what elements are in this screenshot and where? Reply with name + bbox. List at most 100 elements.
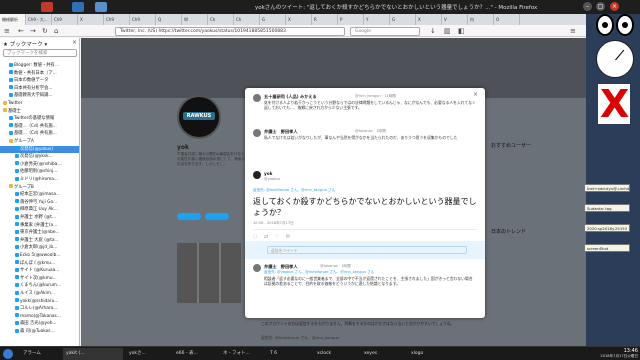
close-window-icon[interactable]: × bbox=[610, 2, 619, 11]
browser-tab[interactable]: R bbox=[312, 14, 338, 25]
url-bar[interactable]: Twitter, Inc. (US) https://twitter.com/y… bbox=[115, 26, 345, 36]
taskbar-item[interactable]: ネ - フォト... bbox=[220, 348, 264, 360]
forward-icon[interactable]: → bbox=[30, 27, 36, 35]
browser-tab[interactable]: 機械解析 bbox=[0, 14, 26, 25]
home-icon[interactable]: ⌂ bbox=[54, 27, 58, 35]
browser-tab[interactable]: Ch bbox=[234, 14, 260, 25]
taskbar-item[interactable]: yokさ... bbox=[126, 348, 170, 360]
bookmark-item[interactable]: 森 司(@Tuokos... bbox=[0, 328, 79, 335]
bookmark-item[interactable]: Twitter bbox=[0, 100, 79, 107]
minimize-window-icon[interactable]: – bbox=[583, 2, 592, 11]
taskbar-item[interactable]: yakit (... bbox=[63, 348, 123, 360]
bookmark-item[interactable]: yokk(@sshidaru... bbox=[0, 298, 79, 305]
browser-tab[interactable]: 内 bbox=[468, 14, 494, 25]
files-icon[interactable] bbox=[72, 2, 84, 12]
browser-tab[interactable]: Ch9 - 大... bbox=[26, 14, 52, 25]
tweet-avatar[interactable] bbox=[253, 129, 261, 137]
reload-icon[interactable]: ↻ bbox=[42, 27, 48, 35]
main-tweet-handle[interactable]: @yaokus bbox=[264, 177, 280, 181]
bookmark-item[interactable]: コルレ(@Arhara... bbox=[0, 305, 79, 312]
menu-icon[interactable]: ≡ bbox=[4, 27, 10, 35]
taskbar-item[interactable]: e66 - 表... bbox=[173, 348, 217, 360]
main-tweet-avatar[interactable] bbox=[253, 171, 261, 179]
bookmark-item[interactable]: 基礎教育大学知識... bbox=[0, 92, 79, 99]
bookmark-item[interactable]: 弁護士 水野 (@t... bbox=[0, 214, 79, 221]
bookmark-item[interactable]: 次発信(@yksk... bbox=[0, 153, 79, 160]
bookmark-item[interactable]: 弁護士 大庭 (@ta... bbox=[0, 237, 79, 244]
bookmark-item[interactable]: 小倉秀夫(@nshiba... bbox=[0, 161, 79, 168]
reply-avatar[interactable] bbox=[253, 264, 261, 272]
browser-tab[interactable]: Ch9 bbox=[130, 14, 156, 25]
browser-tab[interactable]: X bbox=[416, 14, 442, 25]
bookmark-item[interactable]: 紀本正宏(@imasa... bbox=[0, 191, 79, 198]
app-launcher-red-icon[interactable] bbox=[41, 2, 53, 12]
bookmark-item[interactable]: 日本共有分析学会... bbox=[0, 85, 79, 92]
bookmark-item[interactable]: ルイス (@Akim... bbox=[0, 290, 79, 297]
bookmark-item[interactable]: くまちん(@kurum... bbox=[0, 282, 79, 289]
desktop-note-window[interactable]: screenShot bbox=[584, 244, 630, 252]
bookmark-item[interactable]: 柳原典江 Uuy Ak... bbox=[0, 206, 79, 213]
bookmark-item[interactable]: 事業家 (弁護士(a... bbox=[0, 222, 79, 229]
browser-tab[interactable]: V bbox=[442, 14, 468, 25]
modal-close-icon[interactable]: × bbox=[473, 91, 478, 98]
back-icon[interactable]: ← bbox=[18, 27, 24, 35]
tweet-actions[interactable]: ◌ ⇄ ♡ ✉ bbox=[253, 233, 290, 240]
maximize-window-icon[interactable]: □ bbox=[596, 2, 605, 11]
tweet-author-handle[interactable]: @rinn_kengun · 11時間 bbox=[355, 94, 396, 99]
desktop-note-window[interactable]: Sudanta: tag bbox=[584, 204, 630, 212]
bookmark-item[interactable]: 小倉太郎(@jd_ib... bbox=[0, 244, 79, 251]
tweet-avatar[interactable] bbox=[253, 94, 261, 102]
bookmark-item[interactable]: グループA bbox=[0, 138, 79, 145]
browser-tab[interactable]: Ch9 bbox=[104, 14, 130, 25]
bookmark-item[interactable]: 基礎士 bbox=[0, 108, 79, 115]
taskbar-item[interactable]: xlogo bbox=[408, 348, 452, 360]
media-grid[interactable] bbox=[177, 243, 241, 303]
browser-tab[interactable]: Q bbox=[156, 14, 182, 25]
browser-tab[interactable]: Ch bbox=[208, 14, 234, 25]
bookmark-item[interactable]: mamo(@Takanas... bbox=[0, 313, 79, 320]
desktop-note-window[interactable]: 2020-sp2018y.25153 bbox=[584, 224, 630, 232]
profile-avatar[interactable]: RAWKUS bbox=[177, 95, 221, 139]
tweet-button[interactable] bbox=[177, 213, 201, 220]
reply-input[interactable]: 返信をツイート bbox=[267, 246, 467, 254]
browser-tab[interactable]: X bbox=[78, 14, 104, 25]
library-icon[interactable]: ▥ bbox=[444, 27, 451, 35]
bookmark-item[interactable]: 東京弁護士(@nbe... bbox=[0, 229, 79, 236]
browser-tab[interactable]: O bbox=[494, 14, 520, 25]
bookmark-item[interactable]: 数値・共有日本（ア... bbox=[0, 70, 79, 77]
sidebar-close-icon[interactable]: × bbox=[72, 39, 77, 46]
bookmark-item[interactable]: Ecko 5(@wwoolb... bbox=[0, 252, 79, 259]
follow-button[interactable] bbox=[205, 213, 229, 220]
bookmark-item[interactable]: ミドリ(@hiroma... bbox=[0, 176, 79, 183]
browser-tab[interactable]: P bbox=[338, 14, 364, 25]
bookmark-item[interactable]: 落谷伸弓 Yuji Go... bbox=[0, 199, 79, 206]
bookmark-item[interactable]: 日本の数値データ bbox=[0, 77, 79, 84]
browser-tab[interactable]: G bbox=[390, 14, 416, 25]
bookmark-item[interactable]: Blogger: 数値・共有... bbox=[0, 62, 79, 69]
browser-tab[interactable]: Y bbox=[364, 14, 390, 25]
browser-icon[interactable] bbox=[95, 2, 107, 12]
main-tweet-name[interactable]: yok bbox=[264, 171, 272, 176]
bookmark-search-input[interactable]: ブックマークを検索 bbox=[3, 49, 77, 57]
reply-reply-to[interactable]: 返信先: @yaokus さん、@mekiforum さん、@rinn_keng… bbox=[264, 270, 374, 275]
search-bar[interactable]: Google bbox=[350, 26, 420, 36]
download-icon[interactable]: ↓ bbox=[430, 27, 436, 35]
bookmark-item[interactable]: ぼんぼ ( @kmu... bbox=[0, 260, 79, 267]
bookmark-item[interactable]: サイト次(@kmu... bbox=[0, 275, 79, 282]
bookmark-item[interactable]: 森田 吉光(@yoh... bbox=[0, 320, 79, 327]
bookmark-item[interactable]: サイト (@Kuruaa... bbox=[0, 267, 79, 274]
taskbar-item[interactable]: T 6 bbox=[267, 348, 311, 360]
browser-tab[interactable]: Ch9 bbox=[52, 14, 78, 25]
browser-tab[interactable]: G bbox=[260, 14, 286, 25]
browser-tab[interactable]: W bbox=[182, 14, 208, 25]
bookmark-item[interactable]: 基礎...（Cd) 共有施... bbox=[0, 130, 79, 137]
taskbar-item[interactable]: アラーム bbox=[20, 348, 60, 360]
taskbar-item[interactable]: xeyes bbox=[361, 348, 405, 360]
bookmark-item[interactable]: Twitterの基礎な情報 bbox=[0, 115, 79, 122]
bookmark-item[interactable]: 佐藤昭則(@shinj... bbox=[0, 168, 79, 175]
desktop-note-window[interactable]: Inet+add-dyn@-urchd bbox=[584, 184, 630, 192]
start-menu-icon[interactable] bbox=[3, 349, 13, 359]
sidebar-toggle-icon[interactable]: ◧ bbox=[458, 27, 465, 35]
browser-tab[interactable]: X bbox=[286, 14, 312, 25]
app-menu-icon[interactable]: ≡ bbox=[570, 27, 576, 35]
